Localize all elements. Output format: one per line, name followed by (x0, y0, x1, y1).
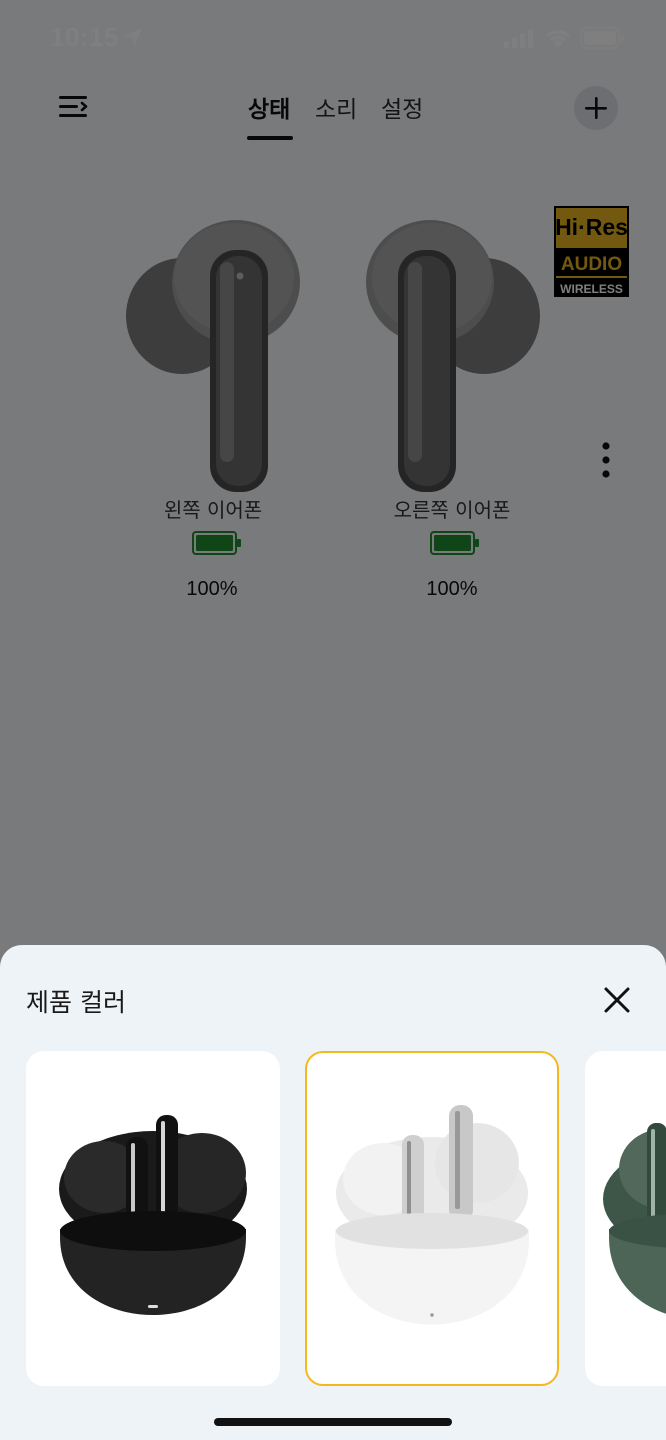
green-earbuds-image (603, 1123, 666, 1314)
color-option-black[interactable] (26, 1051, 280, 1386)
close-icon[interactable] (600, 983, 634, 1017)
color-option-green[interactable] (585, 1051, 666, 1386)
white-earbuds-image (335, 1105, 529, 1325)
home-indicator[interactable] (214, 1418, 452, 1426)
black-earbuds-image (59, 1115, 247, 1315)
sheet-title: 제품 컬러 (26, 988, 126, 1017)
color-selection-sheet: 제품 컬러 (0, 945, 666, 1440)
color-option-white[interactable] (305, 1051, 559, 1386)
